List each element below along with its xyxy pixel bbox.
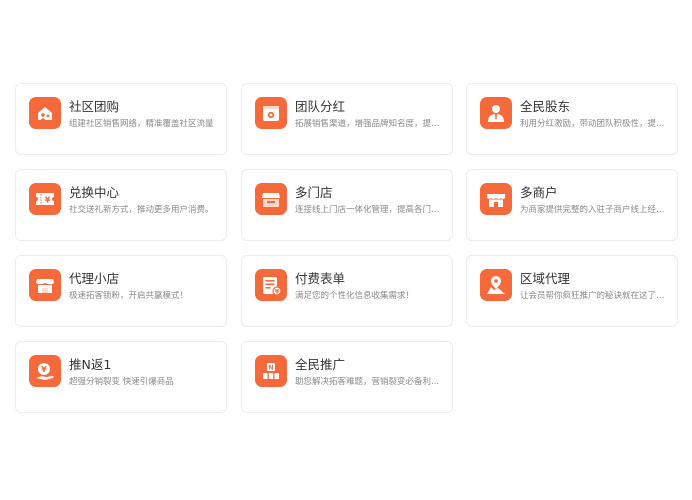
app-title: 团队分红: [295, 99, 346, 114]
app-description: 满足您的个性化信息收集需求！: [295, 291, 415, 301]
app-title: 推N返1: [69, 357, 112, 372]
svg-text:¥: ¥: [45, 196, 51, 205]
app-title: 社区团购: [69, 99, 120, 114]
app-card-universal-promotion[interactable]: N 全民推广 助您解决拓客难题，营销裂变必备利...: [241, 341, 453, 413]
promotion-blocks-icon: N: [255, 355, 287, 387]
app-description: 为商家提供完整的入驻子商户线上经营...: [520, 205, 668, 215]
team-dividend-icon: [255, 97, 287, 129]
app-description: 社交送礼新方式，推动更多用户消费。: [69, 205, 214, 215]
app-card-multi-store[interactable]: 多门店 连接线上门店一体化管理，提高各门店...: [241, 169, 453, 241]
app-card-shareholder[interactable]: 全民股东 利用分红激励，带动团队积极性，提升...: [466, 83, 678, 155]
app-card-agent-shop[interactable]: 代理小店 极速拓客锁粉，开启共赢模式！: [15, 255, 227, 327]
multi-store-icon: [255, 183, 287, 215]
svg-text:N: N: [268, 365, 273, 372]
app-title: 区域代理: [520, 271, 571, 286]
app-card-refer-n-return-1[interactable]: ¥ 推N返1 超强分销裂变 快速引爆商品: [15, 341, 227, 413]
app-title: 全民股东: [520, 99, 571, 114]
shareholder-person-icon: [480, 97, 512, 129]
multi-merchant-icon: [480, 183, 512, 215]
app-description: 拓展销售渠道，增强品牌知名度，提升...: [295, 119, 443, 129]
app-description: 组建社区销售网络，精准覆盖社区流量: [69, 119, 214, 129]
paid-form-icon: ¥: [255, 269, 287, 301]
app-description: 极速拓客锁粉，开启共赢模式！: [69, 291, 189, 301]
app-description: 让会员帮你疯狂推广的秘诀就在这了！...: [520, 291, 668, 301]
app-title: 多商户: [520, 185, 558, 200]
app-card-multi-merchant[interactable]: 多商户 为商家提供完整的入驻子商户线上经营...: [466, 169, 678, 241]
app-description: 助您解决拓客难题，营销裂变必备利...: [295, 377, 440, 387]
app-description: 连接线上门店一体化管理，提高各门店...: [295, 205, 443, 215]
app-card-paid-form[interactable]: ¥ 付费表单 满足您的个性化信息收集需求！: [241, 255, 453, 327]
referral-cashback-icon: ¥: [29, 355, 61, 387]
app-title: 付费表单: [295, 271, 346, 286]
app-description: 超强分销裂变 快速引爆商品: [69, 377, 174, 387]
app-title: 全民推广: [295, 357, 346, 372]
app-title: 代理小店: [69, 271, 120, 286]
app-card-community-group-buy[interactable]: 社区团购 组建社区销售网络，精准覆盖社区流量: [15, 83, 227, 155]
app-title: 多门店: [295, 185, 333, 200]
app-description: 利用分红激励，带动团队积极性，提升...: [520, 119, 668, 129]
community-house-icon: [29, 97, 61, 129]
region-location-icon: [480, 269, 512, 301]
app-card-exchange-center[interactable]: ¥ 兑换中心 社交送礼新方式，推动更多用户消费。: [15, 169, 227, 241]
voucher-exchange-icon: ¥: [29, 183, 61, 215]
agent-shop-icon: [29, 269, 61, 301]
svg-text:¥: ¥: [41, 365, 47, 374]
app-card-regional-agent[interactable]: 区域代理 让会员帮你疯狂推广的秘诀就在这了！...: [466, 255, 678, 327]
app-card-team-dividend[interactable]: 团队分红 拓展销售渠道，增强品牌知名度，提升...: [241, 83, 453, 155]
app-title: 兑换中心: [69, 185, 120, 200]
